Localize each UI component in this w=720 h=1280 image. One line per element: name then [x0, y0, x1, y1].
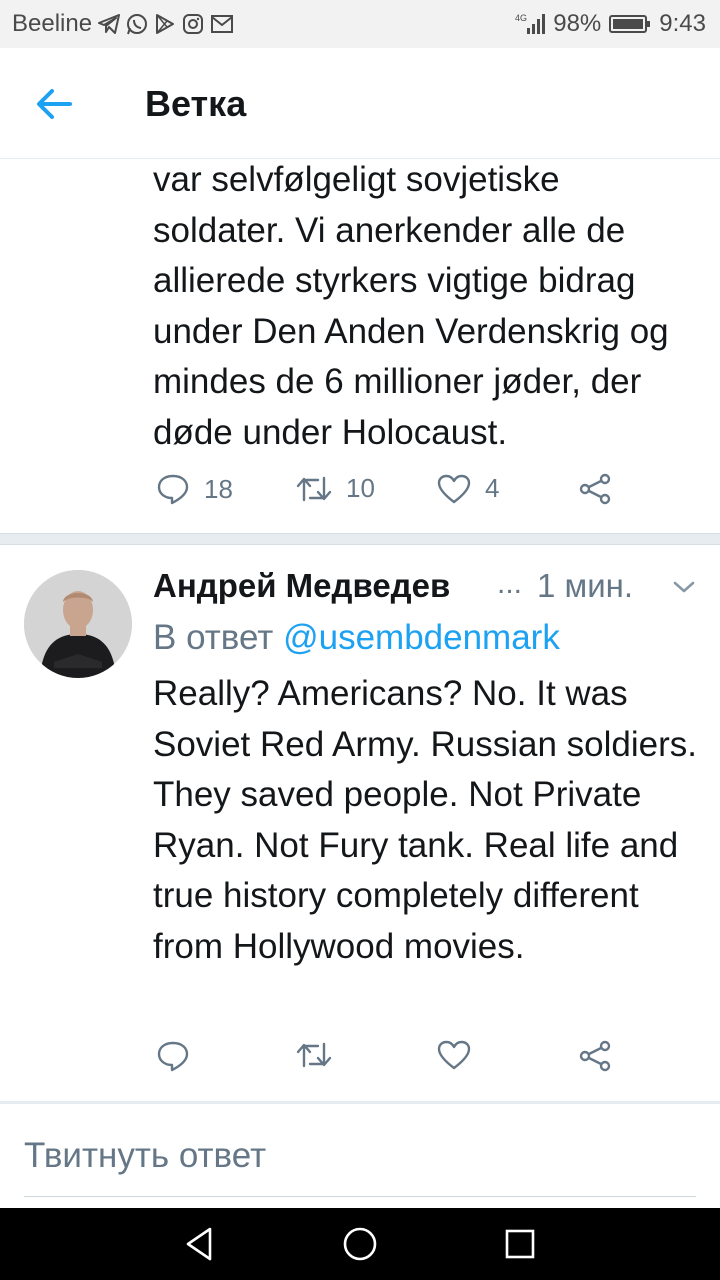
retweet-icon	[296, 1042, 332, 1068]
like-button[interactable]: 4	[437, 473, 499, 504]
tweet-menu-button[interactable]	[672, 579, 696, 600]
svg-text:4G: 4G	[515, 13, 527, 23]
reply-icon	[157, 1041, 189, 1072]
status-bar: Beeline 4G 98% 9:43	[0, 0, 720, 48]
nav-home-button[interactable]	[340, 1224, 380, 1264]
share-button[interactable]	[578, 1040, 612, 1072]
tweet[interactable]: Андрей Медведев ... 1 мин. В ответ @usem…	[0, 545, 720, 1101]
tweet-time: 1 мин.	[537, 567, 634, 604]
retweet-count: 10	[346, 473, 375, 503]
compose-placeholder: Твитнуть ответ	[24, 1136, 267, 1175]
reply-count: 18	[204, 473, 233, 504]
signal-icon: 4G	[515, 12, 546, 36]
reply-context: В ответ @usembdenmark	[153, 618, 560, 658]
retweet-icon	[296, 476, 332, 501]
clock: 9:43	[659, 10, 706, 37]
nav-back-button[interactable]	[180, 1224, 220, 1264]
retweet-button[interactable]	[296, 1040, 332, 1070]
mail-icon	[210, 14, 234, 34]
retweet-button[interactable]: 10	[296, 473, 375, 504]
square-recents-icon	[505, 1229, 535, 1259]
reply-button[interactable]	[156, 1040, 190, 1072]
author-ellipsis: ...	[497, 567, 523, 600]
triangle-back-icon	[186, 1227, 212, 1261]
tweet-text: var selvfølgeligt sovjetiske soldater. V…	[153, 160, 669, 452]
back-button[interactable]	[30, 80, 82, 128]
tweet[interactable]: var selvfølgeligt sovjetiske soldater. V…	[0, 159, 720, 533]
compose-divider	[0, 1101, 720, 1104]
reply-handle-link[interactable]: @usembdenmark	[283, 618, 560, 657]
carrier-name: Beeline	[12, 10, 93, 37]
battery-icon	[609, 14, 651, 34]
instagram-icon	[182, 13, 204, 35]
play-store-icon	[154, 13, 176, 35]
tweet-actions	[153, 1040, 653, 1084]
chevron-down-icon	[673, 581, 695, 593]
reply-icon	[157, 474, 189, 505]
share-icon	[579, 473, 611, 505]
share-icon	[579, 1040, 611, 1072]
page-title: Ветка	[145, 83, 247, 124]
app-bar: Ветка	[0, 48, 720, 159]
heart-icon	[437, 474, 471, 503]
reply-button[interactable]: 18	[156, 473, 233, 505]
avatar[interactable]	[24, 570, 132, 678]
nav-recents-button[interactable]	[500, 1224, 540, 1264]
like-count: 4	[485, 473, 500, 503]
battery-percent: 98%	[553, 10, 602, 37]
arrow-left-icon	[37, 89, 72, 119]
share-button[interactable]	[578, 473, 612, 505]
author-name[interactable]: Андрей Медведев	[153, 567, 450, 605]
whatsapp-icon	[126, 13, 148, 35]
heart-icon	[437, 1040, 471, 1070]
system-nav-bar	[0, 1208, 720, 1280]
reply-prefix: В ответ	[153, 618, 274, 657]
tweet-actions: 18 10 4	[153, 473, 653, 517]
tweet-divider	[0, 533, 720, 545]
tweet-text: Really? Americans? No. It was Soviet Red…	[153, 674, 698, 966]
telegram-icon	[98, 14, 121, 34]
like-button[interactable]	[437, 1040, 471, 1070]
circle-home-icon	[343, 1227, 377, 1261]
user-avatar-image	[24, 570, 132, 678]
reply-compose-field[interactable]: Твитнуть ответ	[24, 1124, 696, 1197]
